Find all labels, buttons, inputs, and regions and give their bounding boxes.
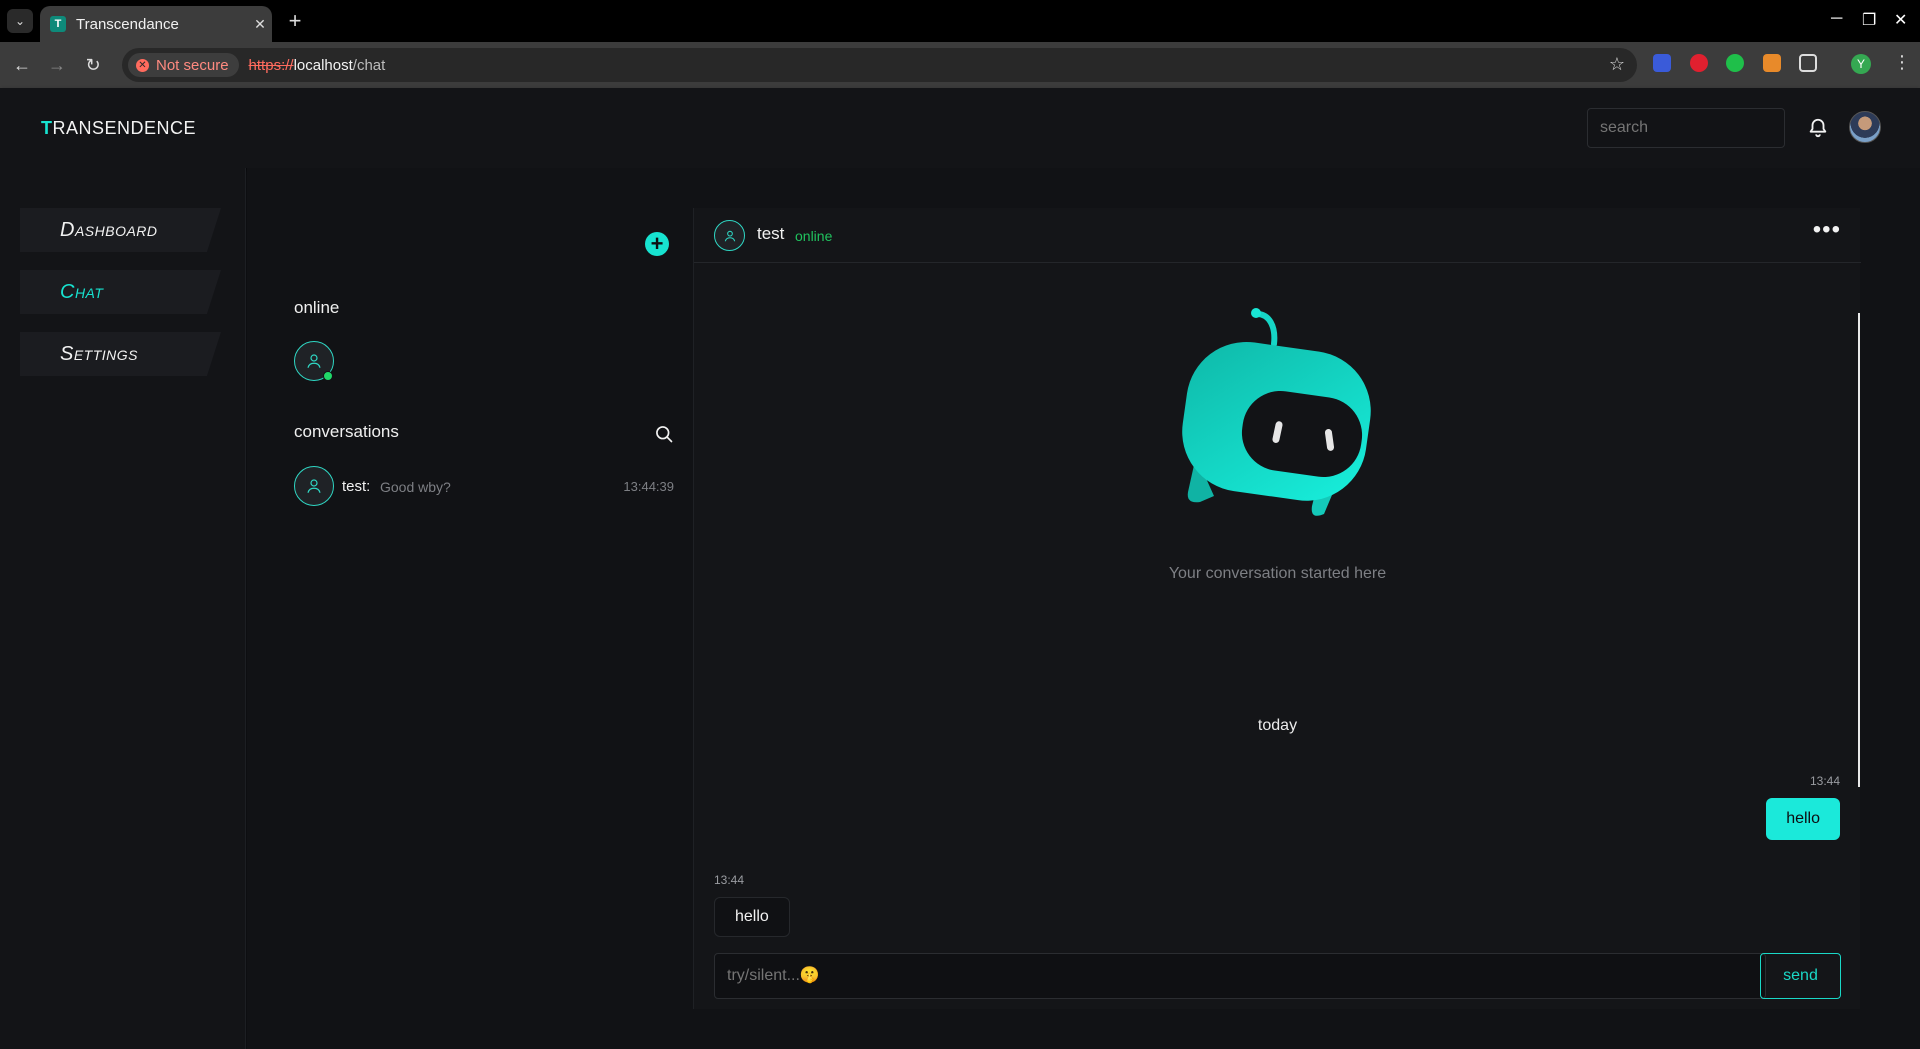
back-arrow-icon[interactable]: ←: [9, 52, 35, 78]
conversation-start-text: Your conversation started here: [1168, 565, 1387, 582]
contact-status: online: [795, 228, 833, 244]
incoming-message-bubble: hello: [714, 897, 790, 937]
security-label: Not secure: [156, 56, 229, 74]
tab-title: Transcendance: [76, 15, 179, 33]
eye-extension-icon[interactable]: [1726, 54, 1744, 72]
search-icon[interactable]: [654, 424, 674, 444]
chat-header: test online •••: [694, 208, 1861, 263]
day-separator: today: [1257, 717, 1298, 734]
cookie-extension-icon[interactable]: [1763, 54, 1781, 72]
warning-icon: ✕: [136, 58, 149, 72]
adblock-extension-icon[interactable]: [1690, 54, 1708, 72]
online-status-dot: [323, 371, 333, 381]
address-bar[interactable]: ✕ Not secure https://localhost/chat ☆: [122, 48, 1637, 82]
browser-toolbar: ← → ↻ ✕ Not secure https://localhost/cha…: [0, 42, 1920, 88]
url-text[interactable]: https://localhost/chat: [249, 57, 386, 74]
sidebar-item-dashboard[interactable]: Dashboard: [20, 208, 221, 252]
contact-name[interactable]: test: [757, 224, 784, 244]
user-icon: [724, 230, 735, 241]
send-button[interactable]: send: [1760, 953, 1841, 999]
restore-icon[interactable]: ❐: [1862, 10, 1876, 30]
message-time: 13:44: [714, 873, 745, 887]
translate-extension-icon[interactable]: [1653, 54, 1671, 72]
online-title: online: [294, 298, 340, 317]
app-header: TRANSENDENCE: [0, 88, 1920, 168]
robot-mascot-icon: [1182, 308, 1371, 516]
conversation-name: test:: [342, 478, 371, 495]
conversation-item[interactable]: test: Good wby? 13:44:39: [294, 466, 674, 508]
message-input[interactable]: [714, 953, 1766, 999]
chat-panel: test online ••• Your conversation starte…: [693, 208, 1861, 1009]
bell-icon[interactable]: [1807, 116, 1829, 140]
search-input[interactable]: [1587, 108, 1785, 148]
close-window-icon[interactable]: ✕: [1894, 10, 1907, 30]
browser-tab-bar: ⌄ T Transcendance ✕ + ─ ❐ ✕: [0, 0, 1920, 42]
browser-menu-icon[interactable]: ⋮: [1893, 52, 1911, 73]
sidebar-item-settings[interactable]: Settings: [20, 332, 221, 376]
sidebar-item-chat[interactable]: Chat: [20, 270, 221, 314]
extensions-puzzle-icon[interactable]: [1799, 54, 1817, 72]
user-icon: [307, 479, 321, 493]
scrollbar[interactable]: [1858, 313, 1860, 787]
bookmark-star-icon[interactable]: ☆: [1609, 54, 1625, 75]
tab-search-chevron-icon[interactable]: ⌄: [7, 9, 33, 33]
contact-avatar[interactable]: [714, 220, 745, 251]
app-logo[interactable]: TRANSENDENCE: [41, 118, 196, 139]
user-avatar[interactable]: [1849, 111, 1881, 143]
conversations-title: conversations: [294, 422, 399, 441]
security-chip[interactable]: ✕ Not secure: [128, 53, 239, 77]
browser-tab[interactable]: T Transcendance ✕: [40, 6, 272, 42]
tab-close-icon[interactable]: ✕: [248, 16, 272, 33]
favicon-icon: T: [50, 16, 66, 32]
reload-icon[interactable]: ↻: [80, 52, 106, 78]
new-conversation-button[interactable]: +: [645, 232, 669, 256]
more-options-icon[interactable]: •••: [1813, 216, 1841, 244]
profile-avatar[interactable]: Y: [1851, 54, 1871, 74]
conversation-last-message: Good wby?: [380, 479, 451, 495]
conversation-time: 13:44:39: [623, 479, 674, 494]
user-icon: [307, 354, 321, 368]
conversation-avatar: [294, 466, 334, 506]
forward-arrow-icon[interactable]: →: [44, 52, 70, 78]
sidebar: Dashboard Chat Settings: [0, 168, 246, 1049]
new-tab-plus-icon[interactable]: +: [282, 9, 308, 35]
message-time: 13:44: [1809, 774, 1840, 788]
conversations-panel: + online conversations test: Good wby? 1…: [246, 208, 693, 1008]
minimize-icon[interactable]: ─: [1831, 10, 1842, 28]
outgoing-message-bubble: hello: [1766, 798, 1840, 840]
